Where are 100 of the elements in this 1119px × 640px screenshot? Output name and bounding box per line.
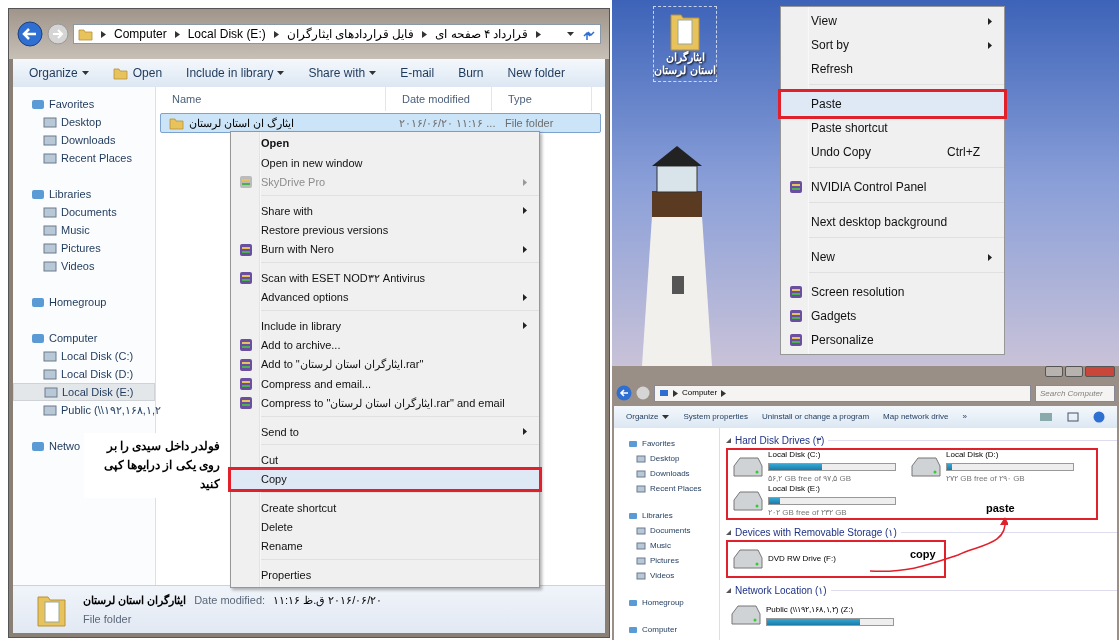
sidebar-item[interactable]: Pictures — [614, 553, 719, 568]
breadcrumb-item[interactable]: قرارداد ۴ صفحه ای — [435, 25, 529, 43]
toolbar-button[interactable]: Uninstall or change a program — [761, 411, 870, 423]
breadcrumb-item[interactable]: Computer — [682, 387, 718, 399]
menu-item[interactable]: Restore previous versions — [231, 220, 539, 240]
sidebar-item[interactable]: Recent Places — [13, 149, 136, 167]
sidebar-item[interactable]: Documents — [13, 203, 121, 221]
menu-item[interactable]: Create shortcut — [231, 498, 539, 518]
menu-item[interactable]: Paste shortcut — [781, 116, 1004, 140]
drive-free-space: ۲۷۲ GB free of ۲۹۰ GB — [946, 473, 1026, 485]
sidebar-item[interactable]: Favorites — [13, 95, 99, 113]
back-button-icon[interactable] — [17, 21, 43, 47]
sidebar-item[interactable]: Pictures — [13, 239, 105, 257]
menu-item[interactable]: Send to — [231, 422, 539, 442]
breadcrumb-item[interactable]: Local Disk (E:) — [187, 25, 266, 43]
sidebar-item[interactable]: Homegroup — [13, 293, 111, 311]
menu-item[interactable]: View — [781, 9, 1004, 33]
menu-item[interactable]: Refresh — [781, 57, 1004, 81]
menu-item[interactable]: Share with — [231, 201, 539, 221]
sidebar-item[interactable]: Local Disk (E:) — [13, 383, 155, 401]
toolbar-button[interactable]: Map network drive — [883, 411, 949, 423]
sidebar-item[interactable]: Music — [13, 221, 94, 239]
sidebar-item[interactable]: Desktop — [13, 113, 106, 131]
sidebar-item[interactable]: Downloads — [614, 466, 719, 481]
maximize-button[interactable] — [1065, 366, 1083, 377]
menu-item[interactable]: Next desktop background — [781, 210, 1004, 234]
group-icon — [628, 438, 638, 449]
menu-item[interactable]: Open in new window — [231, 153, 539, 173]
minimize-button[interactable] — [1045, 366, 1063, 377]
toolbar-button[interactable]: Include in library — [186, 64, 285, 82]
menu-item[interactable]: Compress to "ایثارگران استان لرستان.rar" and email — [231, 393, 539, 414]
toolbar-button[interactable]: E-mail — [400, 64, 435, 82]
menu-item[interactable]: Burn with Nero — [231, 239, 539, 260]
sidebar-item[interactable]: Music — [614, 538, 719, 553]
sidebar-item[interactable]: Favorites — [614, 436, 719, 451]
toolbar-button[interactable]: New folder — [507, 64, 565, 82]
drive-name[interactable]: Local Disk (C:) — [768, 449, 896, 461]
toolbar-button[interactable]: Share with — [308, 64, 377, 82]
search-field[interactable]: Search Computer — [1035, 384, 1115, 402]
sidebar-item[interactable]: Local Disk (D:) — [13, 365, 138, 383]
item-icon — [636, 468, 646, 479]
menu-item[interactable]: Gadgets — [781, 304, 1004, 328]
toolbar-button[interactable]: Open — [112, 64, 163, 82]
menu-item[interactable]: Delete — [231, 517, 539, 538]
desktop-icon[interactable]: ایثارگران استان لرستان — [653, 6, 717, 82]
drive-name[interactable]: Public (\\۱۹۲,۱۶۸,۱,۲) (Z:) — [766, 604, 894, 616]
sidebar-item[interactable]: Computer — [614, 622, 719, 637]
folder-icon — [112, 66, 129, 80]
sidebar-item[interactable]: Videos — [13, 257, 99, 275]
menu-item[interactable]: Advanced options — [231, 287, 539, 308]
menu-item[interactable]: Copy — [231, 469, 539, 490]
sidebar-item[interactable]: Netwo — [13, 437, 85, 455]
section-title[interactable]: Devices with Removable Storage (۱) — [735, 525, 897, 540]
toolbar-button[interactable]: System properties — [683, 411, 748, 423]
menu-item[interactable]: Rename — [231, 537, 539, 557]
toolbar-button[interactable]: Burn — [458, 64, 484, 82]
sidebar-item[interactable]: Libraries — [13, 185, 96, 203]
drive-name[interactable]: DVD RW Drive (F:) — [768, 553, 836, 565]
menu-item[interactable]: Include in library — [231, 316, 539, 336]
menu-item[interactable]: Sort by — [781, 33, 1004, 57]
hard-drive-icon — [732, 456, 764, 478]
menu-item[interactable]: Paste — [781, 92, 1004, 116]
menu-item[interactable]: Add to archive... — [231, 335, 539, 355]
sidebar-item[interactable]: Computer — [13, 329, 102, 347]
menu-item[interactable]: Personalize — [781, 328, 1004, 352]
sidebar-item[interactable]: Desktop — [614, 451, 719, 466]
sidebar-item[interactable]: Public (\\۱۹۲,۱۶۸,۱,۲ — [13, 401, 165, 419]
section-title[interactable]: Network Location (۱) — [735, 583, 827, 598]
column-header[interactable]: Date modified — [386, 87, 492, 111]
breadcrumb-item[interactable]: Computer — [114, 25, 167, 43]
sidebar-item[interactable]: Recent Places — [614, 481, 719, 496]
address-bar[interactable]: Computer — [654, 384, 1031, 402]
menu-item[interactable]: Screen resolution — [781, 280, 1004, 304]
menu-item[interactable]: Undo Copy Ctrl+Z — [781, 140, 1004, 164]
breadcrumb-item[interactable]: فایل قراردادهای ایثارگران — [286, 25, 415, 43]
menu-item[interactable]: Properties — [231, 565, 539, 585]
sidebar-item[interactable]: Documents — [614, 523, 719, 538]
drive-name[interactable]: Local Disk (D:) — [946, 449, 1074, 461]
sidebar-item[interactable]: Libraries — [614, 508, 719, 523]
app-icon — [239, 357, 253, 372]
menu-item[interactable]: Add to "ایثارگران استان لرستان.rar" — [231, 354, 539, 375]
toolbar-button[interactable]: Organize — [29, 64, 89, 82]
menu-item[interactable]: NVIDIA Control Panel — [781, 175, 1004, 199]
column-header[interactable]: Type — [492, 87, 592, 111]
sidebar-item[interactable]: Local Disk (C:) — [13, 347, 138, 365]
menu-item[interactable]: Scan with ESET NOD۳۲ Antivirus — [231, 268, 539, 288]
menu-item[interactable]: Cut — [231, 450, 539, 470]
menu-item[interactable]: Open — [231, 134, 539, 154]
column-header[interactable]: Name — [156, 87, 386, 111]
toolbar-button[interactable]: Organize — [626, 411, 670, 423]
sidebar-item[interactable]: Homegroup — [614, 595, 719, 610]
drive-name[interactable]: Local Disk (E:) — [768, 483, 896, 495]
sidebar-item[interactable]: Videos — [614, 568, 719, 583]
menu-item[interactable]: New — [781, 245, 1004, 269]
menu-item[interactable]: Compress and email... — [231, 374, 539, 394]
app-icon — [239, 396, 253, 411]
sidebar-item[interactable]: Downloads — [13, 131, 120, 149]
submenu-arrow-icon — [523, 246, 527, 254]
section-title[interactable]: Hard Disk Drives (۳) — [735, 433, 825, 448]
toolbar-button[interactable]: » — [962, 411, 967, 423]
